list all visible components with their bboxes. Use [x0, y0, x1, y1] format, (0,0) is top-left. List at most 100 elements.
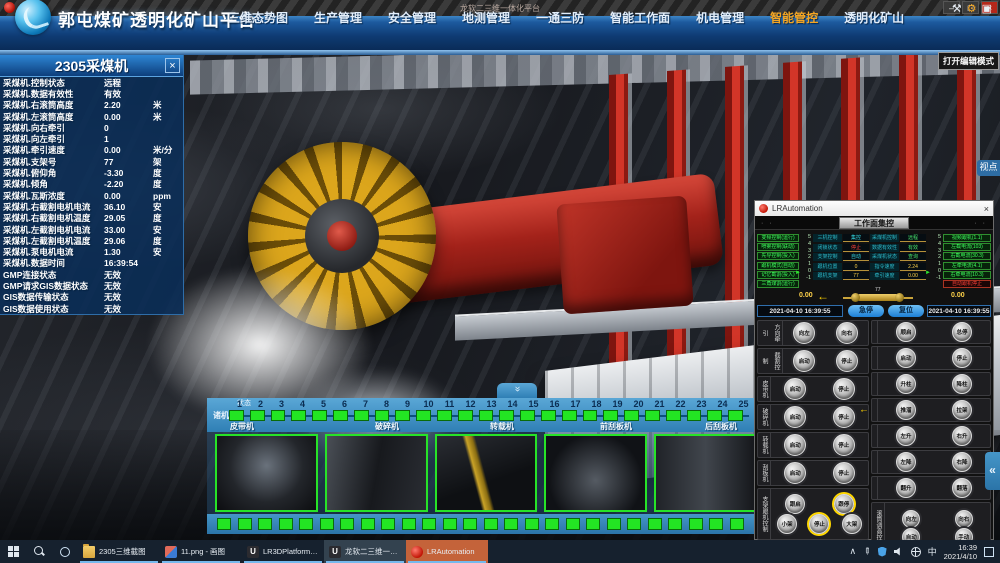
collapse-panel-tab[interactable]: « — [985, 452, 1000, 490]
cortana-icon[interactable] — [52, 540, 78, 563]
lr-mode-button-5[interactable]: 记忆截割(投入) — [757, 271, 799, 279]
control-button[interactable]: 小架 — [777, 514, 797, 534]
control-button[interactable]: 大架 — [842, 514, 862, 534]
control-button[interactable]: 向左 — [793, 322, 815, 344]
control-button[interactable]: 升柱 — [896, 374, 916, 394]
control-button[interactable]: 停止 — [833, 462, 855, 484]
start-button[interactable] — [0, 540, 26, 563]
support-number: 12 — [460, 399, 481, 409]
control-button[interactable]: 向右 — [955, 510, 973, 528]
camera-thumb-3[interactable] — [435, 434, 538, 512]
control-button[interactable]: 右升 — [952, 426, 972, 446]
control-button[interactable]: 总停 — [952, 322, 972, 342]
lr-right-button-5[interactable]: 右牵电流(10.3) — [943, 271, 991, 279]
clock[interactable]: 16:39 2021/4/10 — [944, 543, 977, 561]
taskbar-app-2[interactable]: 11.png - 画图 — [160, 540, 242, 563]
control-button[interactable]: 顺启 — [896, 322, 916, 342]
control-group-label: 转载机 — [758, 433, 771, 457]
nav-item-6[interactable]: 智能工作面 — [610, 9, 670, 26]
lrautomation-titlebar: LRAutomation × — [755, 201, 993, 216]
camera-thumb-2[interactable] — [325, 434, 428, 512]
nav-item-7[interactable]: 机电管理 — [696, 9, 744, 26]
taskbar-app-5[interactable]: LRAutomation — [406, 540, 488, 563]
nav-item-1[interactable]: 三维态势图 — [228, 9, 288, 26]
lr-auto-stop-button[interactable]: 自动跟机停止 — [943, 280, 991, 288]
estop-button[interactable]: 急停 — [848, 305, 884, 317]
control-button[interactable]: 启动 — [784, 406, 806, 428]
control-button[interactable]: 停止 — [833, 378, 855, 400]
camera-name: 后刮板机 — [705, 421, 737, 432]
volume-icon[interactable] — [894, 547, 904, 556]
control-button[interactable]: 跟停 — [834, 494, 854, 514]
control-button[interactable]: 启动 — [784, 462, 806, 484]
lr-mode-button-2[interactable]: 喷雾控制(联动) — [757, 243, 799, 251]
shearer-panel-close-icon[interactable]: × — [165, 58, 180, 73]
control-button[interactable]: 启动 — [784, 378, 806, 400]
control-button[interactable]: 停止 — [836, 350, 858, 372]
nav-item-4[interactable]: 地测管理 — [462, 9, 510, 26]
taskbar-app-1[interactable]: 2305三维截图 — [78, 540, 160, 563]
row-value: 1 — [104, 134, 153, 144]
camera-panel-collapse-button[interactable]: « — [497, 383, 537, 398]
camera-thumb-5[interactable] — [654, 434, 757, 512]
control-button[interactable]: 停止 — [833, 434, 855, 456]
edit-mode-button[interactable]: 打开编辑模式 — [938, 52, 999, 70]
control-button[interactable]: 停止 — [952, 348, 972, 368]
control-button[interactable]: 跟启 — [785, 494, 805, 514]
camera-name: 前刮板机 — [600, 421, 632, 432]
nav-item-5[interactable]: 一通三防 — [536, 9, 584, 26]
control-button[interactable]: 翻升 — [896, 478, 916, 498]
control-button[interactable]: 右降 — [952, 452, 972, 472]
table-row: 采煤机.俯仰角-3.30度 — [0, 167, 183, 178]
nav-item-2[interactable]: 生产管理 — [314, 9, 362, 26]
control-button[interactable]: 启动 — [784, 434, 806, 456]
security-shield-icon[interactable] — [878, 547, 887, 557]
window-icon[interactable]: ▣ — [982, 2, 992, 15]
pen-icon[interactable]: ✎ — [860, 545, 873, 558]
control-group-3: 升柱 降柱 — [871, 372, 991, 396]
shearer-panel-header: 2305采煤机 × — [0, 55, 183, 77]
control-button[interactable]: 降柱 — [952, 374, 972, 394]
control-button[interactable]: 停止 — [809, 514, 829, 534]
lr-right-button-2[interactable]: 左截电流(103) — [943, 243, 991, 251]
network-icon[interactable] — [911, 547, 921, 557]
tray-chevron-icon[interactable]: ∧ — [849, 546, 856, 557]
notification-center-icon[interactable] — [984, 547, 994, 557]
search-icon[interactable] — [26, 540, 52, 563]
row-label: 采煤机.俯仰角 — [3, 167, 104, 179]
taskbar-app-3[interactable]: ULR3DPlatform - U... — [242, 540, 324, 563]
camera-thumb-4[interactable] — [544, 434, 647, 512]
gear-icon[interactable]: ⚙ — [967, 2, 977, 15]
lr-right-button-3[interactable]: 右截电流(30.3) — [943, 252, 991, 260]
lr-mode-button-4[interactable]: 跟机模式(自动) — [757, 262, 799, 270]
control-button[interactable]: 启动 — [896, 348, 916, 368]
wrench-icon[interactable]: ⚒ — [952, 2, 962, 15]
lr-right-button-1[interactable]: 视频跟机(1.1) — [943, 234, 991, 242]
control-button[interactable]: 翻落 — [952, 478, 972, 498]
lr-control-grid: 方向牵引向左向右截割控制启动停止皮带机启动停止破碎机启动停止转载机启动停止刮板机… — [755, 320, 993, 539]
lr-right-button-4[interactable]: 左牵电流(4.1) — [943, 262, 991, 270]
control-button[interactable]: 左升 — [896, 426, 916, 446]
viewpoint-tab[interactable]: 视点 — [977, 160, 1000, 176]
reset-button[interactable]: 复位 — [888, 305, 924, 317]
lrautomation-close-icon[interactable]: × — [984, 204, 989, 214]
lr-mode-button-3[interactable]: 先导控制(投入) — [757, 252, 799, 260]
row-label: 采煤机.控制状态 — [3, 77, 104, 89]
control-button[interactable]: 启动 — [793, 350, 815, 372]
nav-item-9[interactable]: 透明化矿山 — [844, 9, 904, 26]
lr-mode-button-6[interactable]: 三角煤割(运行) — [757, 280, 799, 288]
control-button[interactable]: 拉架 — [952, 400, 972, 420]
support-square — [583, 410, 598, 421]
nav-item-8[interactable]: 智能管控 — [770, 9, 818, 26]
taskbar-app-4[interactable]: U龙软二三维一体化... — [324, 540, 406, 563]
control-button[interactable]: 向左 — [902, 510, 920, 528]
lr-tab-workface[interactable]: 工作面集控 — [839, 217, 909, 229]
control-button[interactable]: 推溜 — [896, 400, 916, 420]
ime-indicator[interactable]: 中 — [928, 545, 937, 558]
nav-item-3[interactable]: 安全管理 — [388, 9, 436, 26]
lr-mode-button-1[interactable]: 变频控制(运行) — [757, 234, 799, 242]
control-button[interactable]: 向右 — [836, 322, 858, 344]
control-button[interactable]: 停止 — [833, 406, 855, 428]
camera-thumb-1[interactable] — [215, 434, 318, 512]
control-button[interactable]: 左降 — [896, 452, 916, 472]
